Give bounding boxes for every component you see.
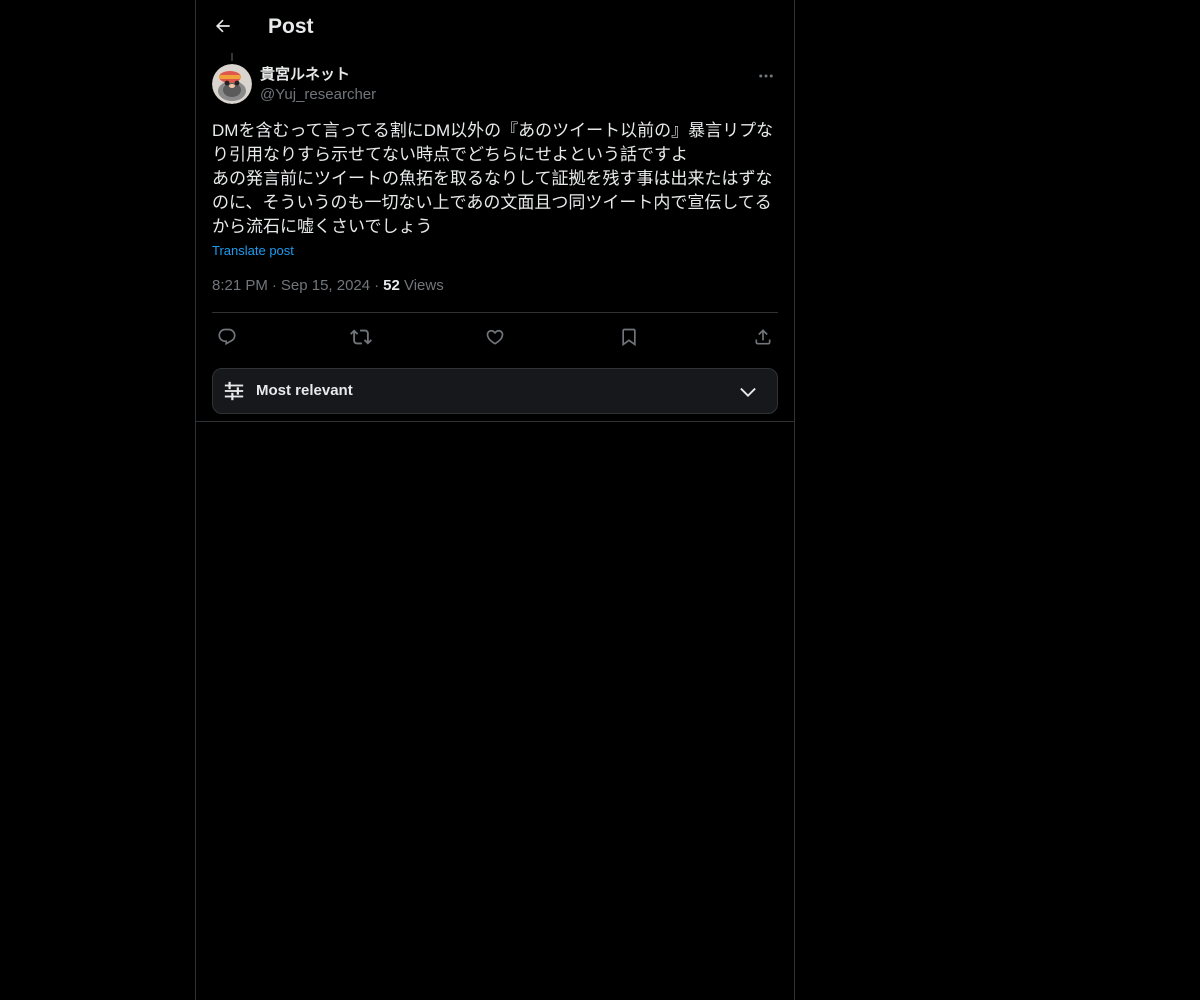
- like-button[interactable]: [480, 323, 510, 351]
- author-handle[interactable]: @Yuj_researcher: [260, 85, 376, 105]
- arrow-left-icon: [215, 19, 230, 33]
- translate-post-link[interactable]: Translate post: [212, 242, 294, 260]
- sliders-icon: [224, 381, 244, 401]
- divider: [212, 312, 778, 313]
- share-button[interactable]: [748, 323, 778, 351]
- back-button[interactable]: [208, 11, 238, 41]
- section-divider: [196, 421, 794, 422]
- views-label: Views: [403, 277, 444, 294]
- reply-icon: [218, 328, 236, 346]
- tweet-metadata: 8:21 PM · Sep 15, 2024 · 52 Views: [212, 276, 444, 296]
- primary-column: Post 貴宮ルネット @Yuj_researcher DMを含むって言ってる割…: [195, 0, 795, 1000]
- reply-button[interactable]: [212, 323, 242, 351]
- chevron-down-icon: [740, 387, 756, 397]
- avatar[interactable]: [212, 64, 252, 104]
- author-display-name[interactable]: 貴宮ルネット: [260, 65, 350, 85]
- tweet-time[interactable]: 8:21 PM: [212, 277, 268, 294]
- heart-icon: [486, 329, 504, 345]
- thread-connector: [231, 53, 233, 61]
- tweet-text: DMを含むって言ってる割にDM以外の『あのツイート以前の』暴言リプなり引用なりす…: [212, 121, 774, 236]
- more-options-button[interactable]: [754, 64, 778, 88]
- more-horizontal-icon: [759, 74, 773, 78]
- share-icon: [755, 329, 771, 345]
- bookmark-icon: [622, 328, 636, 347]
- views-count: 52: [383, 277, 400, 294]
- repost-icon: [350, 329, 372, 345]
- repost-button[interactable]: [346, 323, 376, 351]
- separator-dot: ·: [374, 277, 380, 294]
- sort-label: Most relevant: [256, 382, 353, 399]
- page-header: Post: [196, 0, 794, 53]
- page-title: Post: [268, 15, 314, 38]
- tweet-date[interactable]: Sep 15, 2024: [281, 277, 370, 294]
- separator-dot: ·: [271, 277, 277, 294]
- avatar-image: [212, 64, 252, 104]
- tweet-actions: [212, 323, 778, 351]
- bookmark-button[interactable]: [614, 323, 644, 351]
- reply-sort-dropdown[interactable]: Most relevant: [212, 368, 778, 414]
